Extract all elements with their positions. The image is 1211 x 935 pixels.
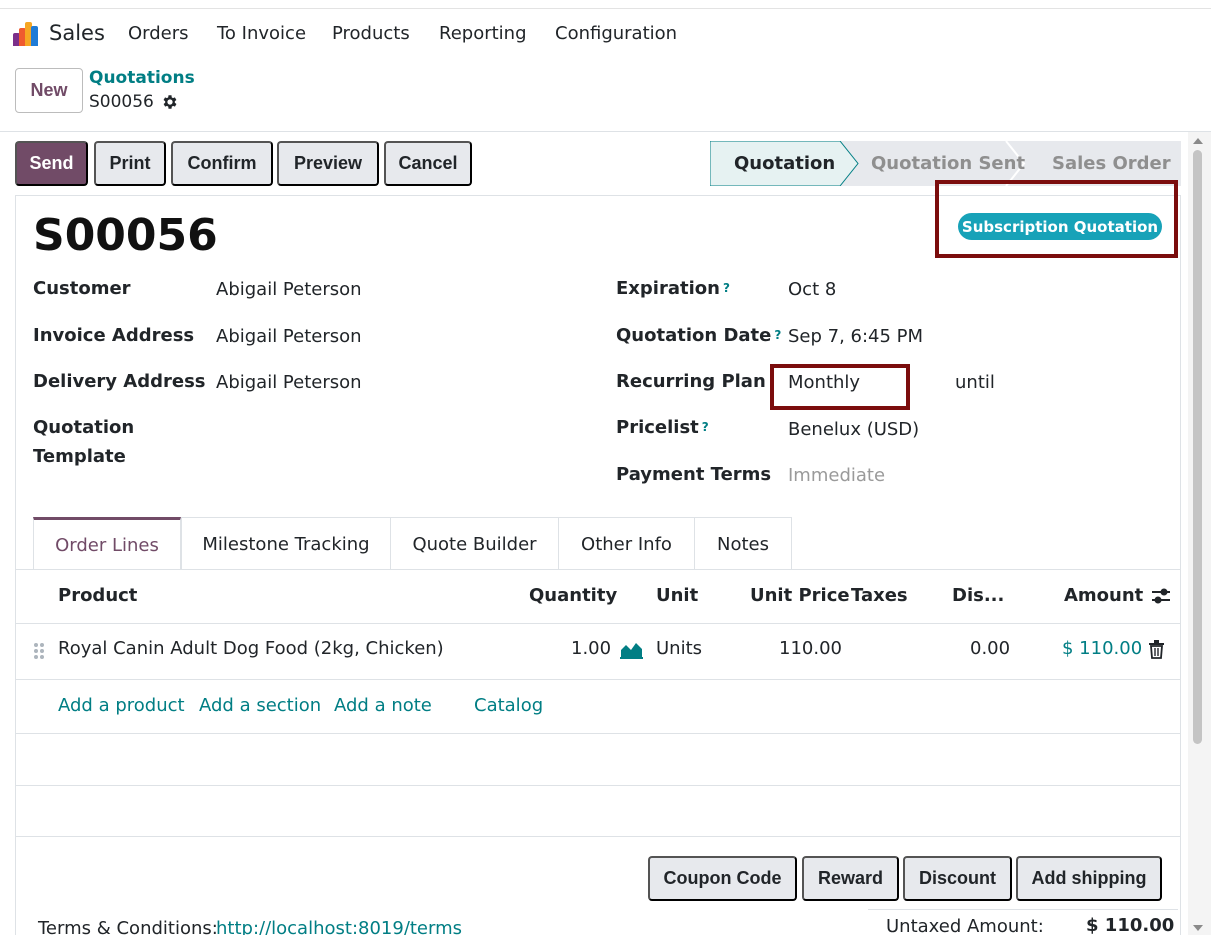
col-taxes[interactable]: Taxes — [851, 585, 908, 606]
confirm-button[interactable]: Confirm — [171, 141, 273, 186]
reward-button[interactable]: Reward — [802, 856, 899, 901]
print-button[interactable]: Print — [94, 141, 166, 186]
catalog-link[interactable]: Catalog — [474, 695, 543, 716]
tab-quote-builder[interactable]: Quote Builder — [390, 517, 559, 570]
tab-notes[interactable]: Notes — [694, 517, 792, 570]
gear-icon[interactable] — [161, 93, 179, 111]
totals-divider — [868, 909, 1178, 910]
cell-unit[interactable]: Units — [656, 638, 702, 659]
tab-other-info[interactable]: Other Info — [558, 517, 695, 570]
terms-link[interactable]: http://localhost:8019/terms — [216, 918, 462, 935]
top-navbar: Sales Orders To Invoice Products Reporti… — [0, 8, 1211, 58]
record-title: S00056 — [33, 210, 218, 261]
header-row-divider — [16, 623, 1180, 624]
col-discount[interactable]: Dis... — [952, 585, 1004, 606]
label-expiration: Expiration? — [616, 274, 730, 303]
value-recurring-plan[interactable]: Monthly — [788, 372, 860, 393]
cell-quantity[interactable]: 1.00 — [571, 638, 611, 659]
optional-columns-icon[interactable] — [1150, 586, 1172, 606]
col-unit-price[interactable]: Unit Price — [750, 585, 850, 606]
breadcrumb-current-label: S00056 — [89, 92, 154, 112]
help-icon[interactable]: ? — [702, 420, 709, 434]
label-customer: Customer — [33, 278, 131, 299]
tab-order-lines[interactable]: Order Lines — [33, 517, 181, 570]
label-payment-terms: Payment Terms — [616, 464, 772, 485]
untaxed-amount-label: Untaxed Amount: — [886, 916, 1044, 935]
empty-row-divider-1 — [16, 733, 1180, 734]
value-expiration[interactable]: Oct 8 — [788, 279, 836, 300]
col-amount[interactable]: Amount — [1064, 585, 1143, 606]
breadcrumb-current: S00056 — [89, 92, 179, 112]
drag-handle-icon[interactable] — [33, 642, 45, 660]
empty-row-divider-2 — [16, 785, 1180, 786]
send-button[interactable]: Send — [15, 141, 88, 186]
value-payment-terms[interactable]: Immediate — [788, 465, 885, 486]
value-quotation-date[interactable]: Sep 7, 6:45 PM — [788, 326, 923, 347]
untaxed-amount-value: $ 110.00 — [1086, 915, 1175, 935]
value-invoice-address[interactable]: Abigail Peterson — [216, 326, 362, 347]
label-quotation-template: Quotation Template — [33, 417, 135, 467]
tab-milestone-tracking[interactable]: Milestone Tracking — [181, 517, 391, 570]
sales-app-icon[interactable] — [13, 22, 39, 46]
label-expiration-text: Expiration — [616, 278, 720, 299]
add-section-link[interactable]: Add a section — [199, 695, 321, 716]
app-name[interactable]: Sales — [49, 21, 105, 45]
discount-button[interactable]: Discount — [903, 856, 1012, 901]
label-pricelist: Pricelist? — [616, 413, 709, 442]
help-icon[interactable]: ? — [723, 281, 730, 295]
menu-configuration[interactable]: Configuration — [555, 23, 677, 44]
scroll-down-arrow-icon[interactable] — [1193, 925, 1203, 931]
empty-row-divider-3 — [16, 836, 1180, 837]
header-divider — [0, 131, 1211, 132]
menu-products[interactable]: Products — [332, 23, 410, 44]
recurring-plan-until: until — [955, 372, 995, 393]
cancel-button[interactable]: Cancel — [384, 141, 472, 186]
menu-orders[interactable]: Orders — [128, 23, 189, 44]
coupon-code-button[interactable]: Coupon Code — [648, 856, 797, 901]
new-button[interactable]: New — [15, 68, 83, 113]
trash-icon[interactable] — [1148, 640, 1165, 659]
label-delivery-address: Delivery Address — [33, 371, 206, 392]
tabs-divider — [16, 569, 1180, 570]
terms-label: Terms & Conditions: — [38, 918, 218, 935]
menu-reporting[interactable]: Reporting — [439, 23, 527, 44]
add-product-link[interactable]: Add a product — [58, 695, 185, 716]
menu-to-invoice[interactable]: To Invoice — [217, 23, 306, 44]
label-recurring-plan: Recurring Plan — [616, 371, 766, 392]
col-quantity[interactable]: Quantity — [529, 585, 617, 606]
label-pricelist-text: Pricelist — [616, 417, 699, 438]
preview-button[interactable]: Preview — [277, 141, 379, 186]
value-pricelist[interactable]: Benelux (USD) — [788, 419, 919, 440]
cell-discount[interactable]: 0.00 — [970, 638, 1010, 659]
value-delivery-address[interactable]: Abigail Peterson — [216, 372, 362, 393]
forecast-chart-icon[interactable] — [620, 641, 643, 659]
col-product[interactable]: Product — [58, 585, 137, 606]
add-shipping-button[interactable]: Add shipping — [1016, 856, 1162, 901]
scrollbar-thumb[interactable] — [1193, 150, 1202, 744]
label-quotation-date: Quotation Date? — [616, 321, 781, 350]
row-divider — [16, 679, 1180, 680]
label-quotation-date-text: Quotation Date — [616, 325, 772, 346]
help-icon[interactable]: ? — [774, 328, 781, 342]
add-note-link[interactable]: Add a note — [334, 695, 432, 716]
status-quotation[interactable]: Quotation — [734, 141, 835, 186]
cell-amount: $ 110.00 — [1062, 638, 1143, 659]
col-unit[interactable]: Unit — [656, 585, 698, 606]
label-invoice-address: Invoice Address — [33, 325, 195, 346]
scroll-up-arrow-icon[interactable] — [1193, 138, 1203, 144]
cell-unit-price[interactable]: 110.00 — [779, 638, 842, 659]
subscription-badge: Subscription Quotation — [958, 213, 1162, 240]
cell-product[interactable]: Royal Canin Adult Dog Food (2kg, Chicken… — [58, 638, 444, 659]
breadcrumb-quotations[interactable]: Quotations — [89, 68, 195, 88]
value-customer[interactable]: Abigail Peterson — [216, 279, 362, 300]
